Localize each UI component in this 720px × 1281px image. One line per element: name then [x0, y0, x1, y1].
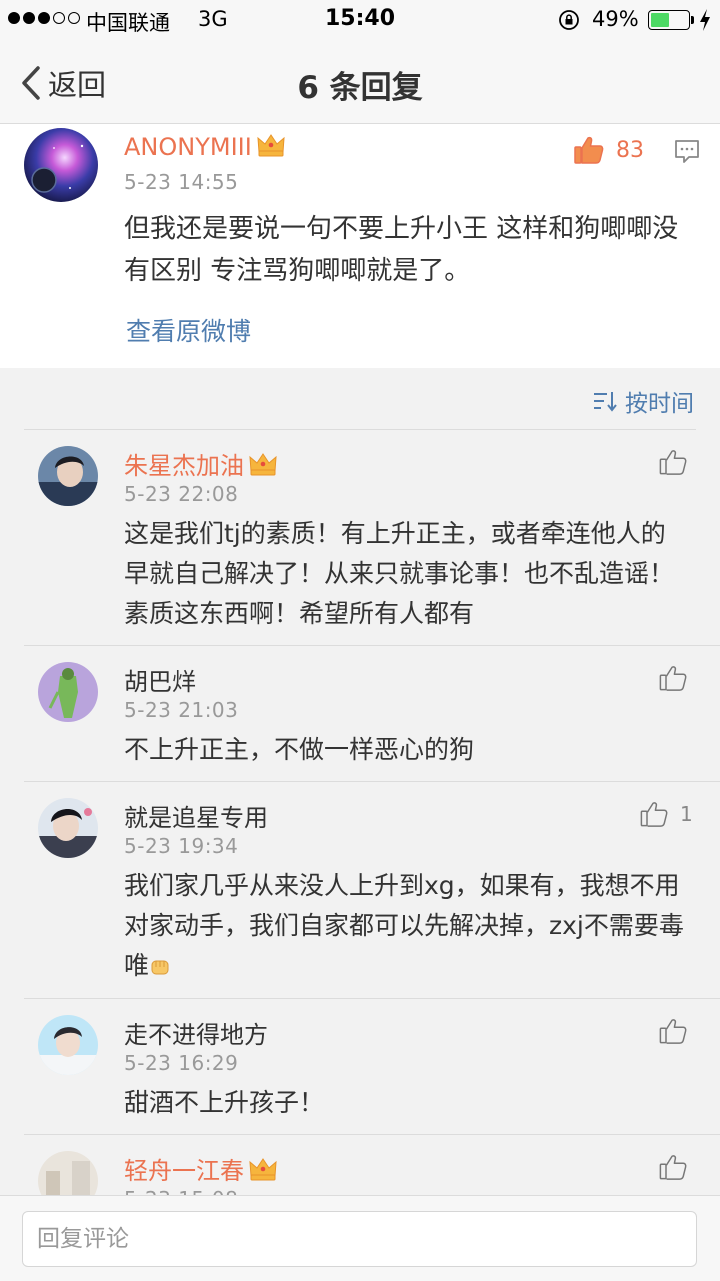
like-button[interactable]: 1 — [640, 800, 693, 828]
like-count: 1 — [680, 802, 693, 826]
reply-username[interactable]: 就是追星专用 — [124, 798, 268, 833]
reply-item: 轻舟一江春 5-23 15:08 — [0, 1135, 720, 1195]
like-button[interactable] — [659, 1017, 687, 1045]
comment-timestamp: 5-23 14:55 — [124, 170, 239, 194]
thumbs-up-icon — [659, 666, 687, 691]
like-button[interactable]: 83 — [574, 136, 644, 164]
like-button[interactable] — [659, 664, 687, 692]
reply-item: 朱星杰加油 5-23 22:08 这是我们tj的素质！有上升正主，或者牵连他人的… — [0, 430, 720, 646]
reply-comment-input[interactable] — [22, 1211, 697, 1267]
fist-emoji-icon — [151, 960, 169, 975]
nav-bar: 返回 6 条回复 — [0, 40, 720, 124]
reply-text: 不上升正主，不做一样恶心的狗 — [124, 735, 475, 764]
avatar[interactable] — [38, 446, 98, 506]
reply-text: 我们家几乎从来没人上升到xg，如果有，我想不用对家动手，我们自家都可以先解决掉，… — [124, 871, 684, 980]
avatar[interactable] — [38, 798, 98, 858]
view-original-link[interactable]: 查看原微博 — [126, 312, 251, 348]
like-count: 83 — [616, 137, 644, 163]
vip-crown-icon — [249, 453, 277, 476]
reply-timestamp: 5-23 21:03 — [124, 698, 239, 722]
reply-username[interactable]: 走不进得地方 — [124, 1015, 268, 1050]
reply-text: 这是我们tj的素质！有上升正主，或者牵连他人的早就自己解决了！从来只就事论事！也… — [124, 519, 675, 628]
charging-bolt-icon — [700, 9, 710, 31]
avatar[interactable] — [38, 1015, 98, 1075]
avatar[interactable] — [38, 1151, 98, 1195]
avatar[interactable] — [38, 662, 98, 722]
status-bar: 中国联通 3G 15:40 49% — [0, 0, 720, 40]
main-comment: ANONYMIII 5-23 14:55 但我还是要说一句不要上升小王 这样和狗… — [0, 124, 720, 368]
reply-timestamp: 5-23 15:08 — [124, 1187, 238, 1195]
sort-icon — [594, 392, 617, 412]
thumbs-up-icon — [640, 802, 668, 827]
vip-crown-icon — [249, 1158, 277, 1181]
reply-item: 走不进得地方 5-23 16:29 甜酒不上升孩子！ — [0, 999, 720, 1135]
thumbs-up-icon — [659, 1155, 687, 1180]
sort-by-time-button[interactable]: 按时间 — [593, 384, 694, 418]
thumbs-up-icon — [659, 1019, 687, 1044]
sort-row: 按时间 — [0, 368, 720, 430]
reply-username[interactable]: 轻舟一江春 — [124, 1151, 278, 1186]
reply-timestamp: 5-23 16:29 — [124, 1051, 239, 1075]
battery-percent: 49% — [592, 7, 639, 31]
like-button[interactable] — [659, 448, 687, 476]
vip-crown-icon — [257, 134, 285, 157]
reply-timestamp: 5-23 19:34 — [124, 834, 239, 858]
like-button[interactable] — [659, 1153, 687, 1181]
avatar[interactable] — [24, 128, 98, 202]
comment-username[interactable]: ANONYMIII — [124, 132, 286, 161]
reply-text: 甜酒不上升孩子！ — [124, 1088, 325, 1117]
reply-username[interactable]: 胡巴烊 — [124, 662, 196, 697]
reply-timestamp: 5-23 22:08 — [124, 482, 239, 506]
reply-username[interactable]: 朱星杰加油 — [124, 446, 278, 481]
bottom-bar — [0, 1195, 720, 1281]
comment-bubble-icon[interactable] — [674, 138, 700, 164]
thumbs-up-icon — [659, 450, 687, 475]
comment-text: 但我还是要说一句不要上升小王 这样和狗唧唧没有区别 专注骂狗唧唧就是了。 — [124, 214, 679, 286]
sort-label: 按时间 — [625, 391, 694, 417]
thumbs-up-icon — [574, 136, 604, 164]
battery-icon — [648, 10, 690, 30]
battery-cap — [691, 16, 694, 24]
reply-item: 就是追星专用 5-23 19:34 我们家几乎从来没人上升到xg，如果有，我想不… — [0, 782, 720, 999]
reply-item: 胡巴烊 5-23 21:03 不上升正主，不做一样恶心的狗 — [0, 646, 720, 782]
page-title: 6 条回复 — [297, 70, 423, 106]
rotation-lock-icon — [559, 10, 579, 30]
